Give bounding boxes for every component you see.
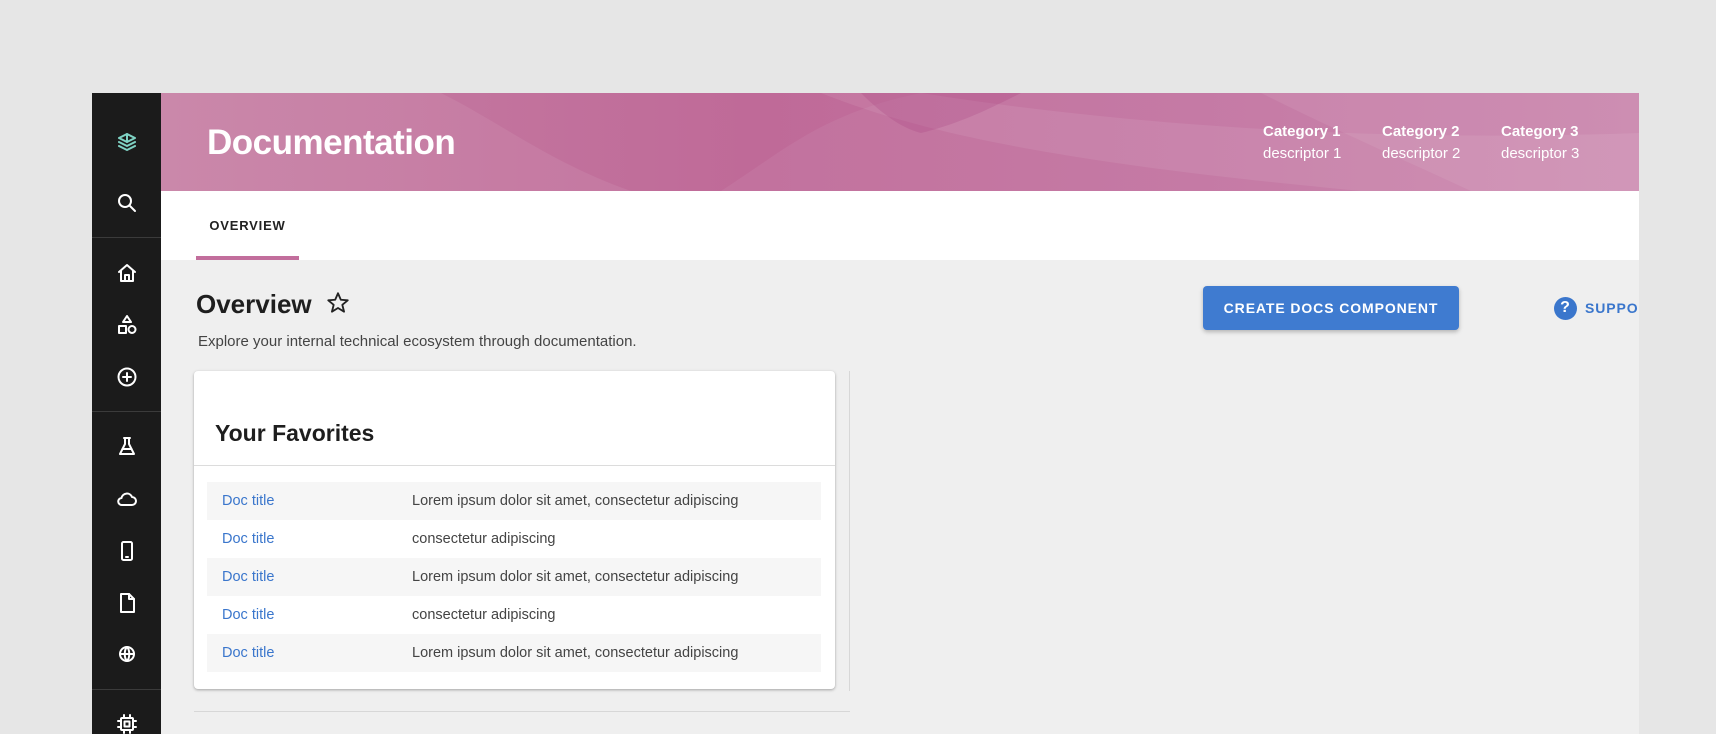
doc-title-link[interactable]: Doc title — [222, 531, 274, 547]
sidebar-divider — [92, 689, 161, 690]
doc-title-link[interactable]: Doc title — [222, 645, 274, 661]
support-label: SUPPORT — [1585, 300, 1639, 316]
category-descriptor: descriptor 2 — [1382, 145, 1461, 162]
lab-icon[interactable] — [92, 427, 161, 467]
mobile-icon[interactable] — [92, 531, 161, 571]
support-button[interactable]: ? SUPPORT — [1554, 295, 1639, 321]
tab-bar: OVERVIEW — [161, 191, 1639, 260]
doc-description: Lorem ipsum dolor sit amet, consectetur … — [412, 645, 739, 661]
table-row: Doc title Lorem ipsum dolor sit amet, co… — [207, 558, 821, 596]
sidebar-divider — [92, 411, 161, 412]
header-title: Documentation — [207, 123, 456, 162]
create-docs-component-button[interactable]: CREATE DOCS COMPONENT — [1203, 286, 1459, 330]
help-icon: ? — [1554, 296, 1577, 320]
page-subtitle: Explore your internal technical ecosyste… — [198, 333, 637, 350]
search-icon[interactable] — [92, 183, 161, 223]
sidebar-divider — [92, 237, 161, 238]
doc-title-link[interactable]: Doc title — [222, 569, 274, 585]
app-window: Documentation Category 1 descriptor 1 Ca… — [92, 93, 1639, 734]
category-name: Category 2 — [1382, 123, 1460, 140]
page-header: Documentation Category 1 descriptor 1 Ca… — [161, 93, 1639, 191]
active-tab-indicator — [196, 256, 299, 260]
favorite-star-icon[interactable] — [325, 290, 351, 316]
doc-description: Lorem ipsum dolor sit amet, consectetur … — [412, 569, 739, 585]
doc-description: Lorem ipsum dolor sit amet, consectetur … — [412, 493, 739, 509]
globe-icon[interactable] — [92, 634, 161, 674]
catalog-icon[interactable] — [92, 305, 161, 345]
cloud-icon[interactable] — [92, 479, 161, 519]
favorites-card: Your Favorites Doc title Lorem ipsum dol… — [194, 371, 835, 689]
document-icon[interactable] — [92, 583, 161, 623]
header-category-1: Category 1 descriptor 1 — [1263, 121, 1341, 165]
table-row: Doc title consectetur adipiscing — [207, 596, 821, 634]
chip-icon[interactable] — [92, 704, 161, 734]
column-divider — [849, 371, 850, 691]
logo-icon[interactable] — [92, 122, 161, 162]
doc-title-link[interactable]: Doc title — [222, 493, 274, 509]
table-row: Doc title Lorem ipsum dolor sit amet, co… — [207, 482, 821, 520]
header-category-2: Category 2 descriptor 2 — [1382, 121, 1460, 165]
favorites-title: Your Favorites — [215, 420, 375, 446]
table-row: Doc title consectetur adipiscing — [207, 520, 821, 558]
category-descriptor: descriptor 3 — [1501, 145, 1580, 162]
page-title: Overview — [196, 289, 312, 319]
category-name: Category 1 — [1263, 123, 1341, 140]
sidebar — [92, 93, 161, 734]
section-divider — [194, 711, 850, 712]
create-icon[interactable] — [92, 357, 161, 397]
card-divider — [194, 465, 835, 466]
category-descriptor: descriptor 1 — [1263, 145, 1342, 162]
header-category-3: Category 3 descriptor 3 — [1501, 121, 1579, 165]
tab-label: OVERVIEW — [209, 218, 286, 233]
doc-description: consectetur adipiscing — [412, 607, 556, 623]
category-name: Category 3 — [1501, 123, 1579, 140]
tab-overview[interactable]: OVERVIEW — [196, 191, 299, 260]
doc-description: consectetur adipiscing — [412, 531, 556, 547]
doc-title-link[interactable]: Doc title — [222, 607, 274, 623]
main-content: Documentation Category 1 descriptor 1 Ca… — [161, 93, 1639, 734]
home-icon[interactable] — [92, 253, 161, 293]
table-row: Doc title Lorem ipsum dolor sit amet, co… — [207, 634, 821, 672]
